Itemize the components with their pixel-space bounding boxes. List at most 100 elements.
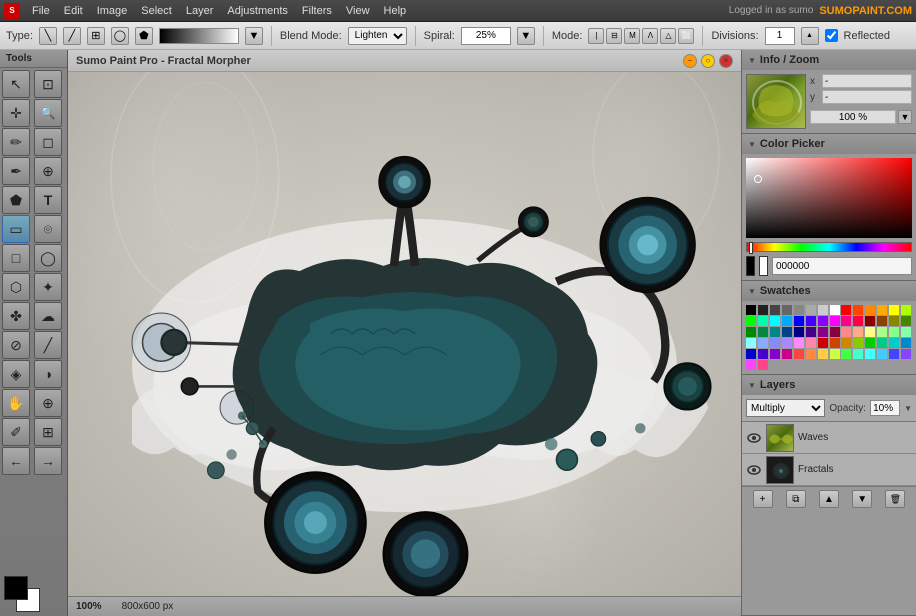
swatch-cell[interactable] (782, 305, 792, 315)
info-zoom-header[interactable]: ▼ Info / Zoom (742, 50, 916, 70)
close-button[interactable]: × (719, 54, 733, 68)
divisions-input[interactable] (765, 27, 795, 45)
swatch-cell[interactable] (758, 338, 768, 348)
swatch-cell[interactable] (901, 305, 911, 315)
swatch-cell[interactable] (806, 305, 816, 315)
menu-adjustments[interactable]: Adjustments (221, 3, 294, 19)
pencil-tool[interactable]: ✒ (2, 157, 30, 185)
minimize-button[interactable]: − (683, 54, 697, 68)
swatch-cell[interactable] (818, 316, 828, 326)
swatch-cell[interactable] (889, 305, 899, 315)
rect-select-tool[interactable]: ▭ (2, 215, 30, 243)
swatch-cell[interactable] (806, 338, 816, 348)
swatch-cell[interactable] (865, 349, 875, 359)
menu-help[interactable]: Help (378, 3, 413, 19)
swatch-cell[interactable] (865, 338, 875, 348)
mode-btn-2[interactable]: ⊟ (606, 28, 622, 44)
text-tool[interactable]: T (34, 186, 62, 214)
magnify-tool[interactable]: ⊕ (34, 389, 62, 417)
smudge-tool[interactable]: ☁ (34, 302, 62, 330)
swatch-cell[interactable] (746, 305, 756, 315)
wand-tool[interactable]: ✤ (2, 302, 30, 330)
fill-tool[interactable]: ⬟ (2, 186, 30, 214)
swatch-cell[interactable] (830, 327, 840, 337)
type-btn-4[interactable]: ◯ (111, 27, 129, 45)
ellipse-select-tool[interactable]: ◯ (34, 244, 62, 272)
swatches-header[interactable]: ▼ Swatches (742, 281, 916, 301)
eyedropper-tool[interactable]: ⊘ (2, 331, 30, 359)
type-btn-5[interactable]: ⬟ (135, 27, 153, 45)
type-btn-2[interactable]: ╱ (63, 27, 81, 45)
swatch-cell[interactable] (901, 349, 911, 359)
swatch-cell[interactable] (806, 316, 816, 326)
menu-layer[interactable]: Layer (180, 3, 220, 19)
swatch-cell[interactable] (853, 349, 863, 359)
zoom-tool[interactable]: 🔍 (34, 99, 62, 127)
swatch-cell[interactable] (889, 349, 899, 359)
star-tool[interactable]: ✦ (34, 273, 62, 301)
swatch-cell[interactable] (806, 327, 816, 337)
menu-filters[interactable]: Filters (296, 3, 338, 19)
swatch-cell[interactable] (794, 316, 804, 326)
move-layer-up-button[interactable]: ▲ (819, 490, 839, 508)
swatch-cell[interactable] (889, 327, 899, 337)
swatch-cell[interactable] (841, 327, 851, 337)
new-layer-button[interactable]: + (753, 490, 773, 508)
swatch-cell[interactable] (889, 338, 899, 348)
swatch-cell[interactable] (841, 349, 851, 359)
swatch-cell[interactable] (841, 338, 851, 348)
swatch-cell[interactable] (841, 316, 851, 326)
swatch-cell[interactable] (770, 316, 780, 326)
zoom-down-btn[interactable]: ▼ (898, 110, 912, 124)
swatch-cell[interactable] (794, 305, 804, 315)
polygon-tool[interactable]: ⬡ (2, 273, 30, 301)
swatch-cell[interactable] (758, 349, 768, 359)
swatch-cell[interactable] (770, 305, 780, 315)
color-picker-header[interactable]: ▼ Color Picker (742, 134, 916, 154)
spiral-input[interactable] (461, 27, 511, 45)
layer-row-fractals[interactable]: Fractals (742, 454, 916, 486)
mode-btn-5[interactable]: △ (660, 28, 676, 44)
layer-visibility-waves[interactable] (746, 430, 762, 446)
foreground-color-swatch[interactable] (4, 576, 28, 600)
swatch-cell[interactable] (806, 349, 816, 359)
divisions-up[interactable]: ▲ (801, 27, 819, 45)
layer-row-waves[interactable]: Waves (742, 422, 916, 454)
swatch-cell[interactable] (818, 338, 828, 348)
swatch-cell[interactable] (865, 327, 875, 337)
swatch-cell[interactable] (877, 305, 887, 315)
swatch-cell[interactable] (782, 327, 792, 337)
swatch-cell[interactable] (877, 316, 887, 326)
menu-image[interactable]: Image (91, 3, 134, 19)
swatch-cell[interactable] (877, 338, 887, 348)
move-layer-down-button[interactable]: ▼ (852, 490, 872, 508)
color-hex-input[interactable] (772, 257, 912, 275)
prev-tool[interactable]: ← (2, 447, 30, 475)
color-preview-swatch[interactable] (746, 256, 755, 276)
swatch-cell[interactable] (758, 360, 768, 370)
swatch-cell[interactable] (794, 349, 804, 359)
swatch-cell[interactable] (746, 338, 756, 348)
blur-tool[interactable]: ◈ (2, 360, 30, 388)
lasso-tool[interactable]: ⌾ (34, 215, 62, 243)
swatch-cell[interactable] (877, 327, 887, 337)
swatch-cell[interactable] (853, 305, 863, 315)
restore-button[interactable]: ○ (701, 54, 715, 68)
swatch-cell[interactable] (758, 316, 768, 326)
spiral-drop[interactable]: ▼ (517, 27, 535, 45)
swatch-cell[interactable] (818, 349, 828, 359)
swatch-cell[interactable] (818, 327, 828, 337)
swatch-cell[interactable] (877, 349, 887, 359)
gradient-drop[interactable]: ▼ (245, 27, 263, 45)
swatch-cell[interactable] (830, 316, 840, 326)
duplicate-layer-button[interactable]: ⧉ (786, 490, 806, 508)
clone-tool[interactable]: ⊕ (34, 157, 62, 185)
menu-file[interactable]: File (26, 3, 56, 19)
canvas-wrap[interactable] (68, 72, 741, 596)
mode-btn-4[interactable]: Λ (642, 28, 658, 44)
swatch-cell[interactable] (770, 349, 780, 359)
swatch-cell[interactable] (770, 327, 780, 337)
swatch-cell[interactable] (865, 305, 875, 315)
pen-tool[interactable]: ✐ (2, 418, 30, 446)
opacity-arrow[interactable]: ▼ (904, 404, 912, 413)
